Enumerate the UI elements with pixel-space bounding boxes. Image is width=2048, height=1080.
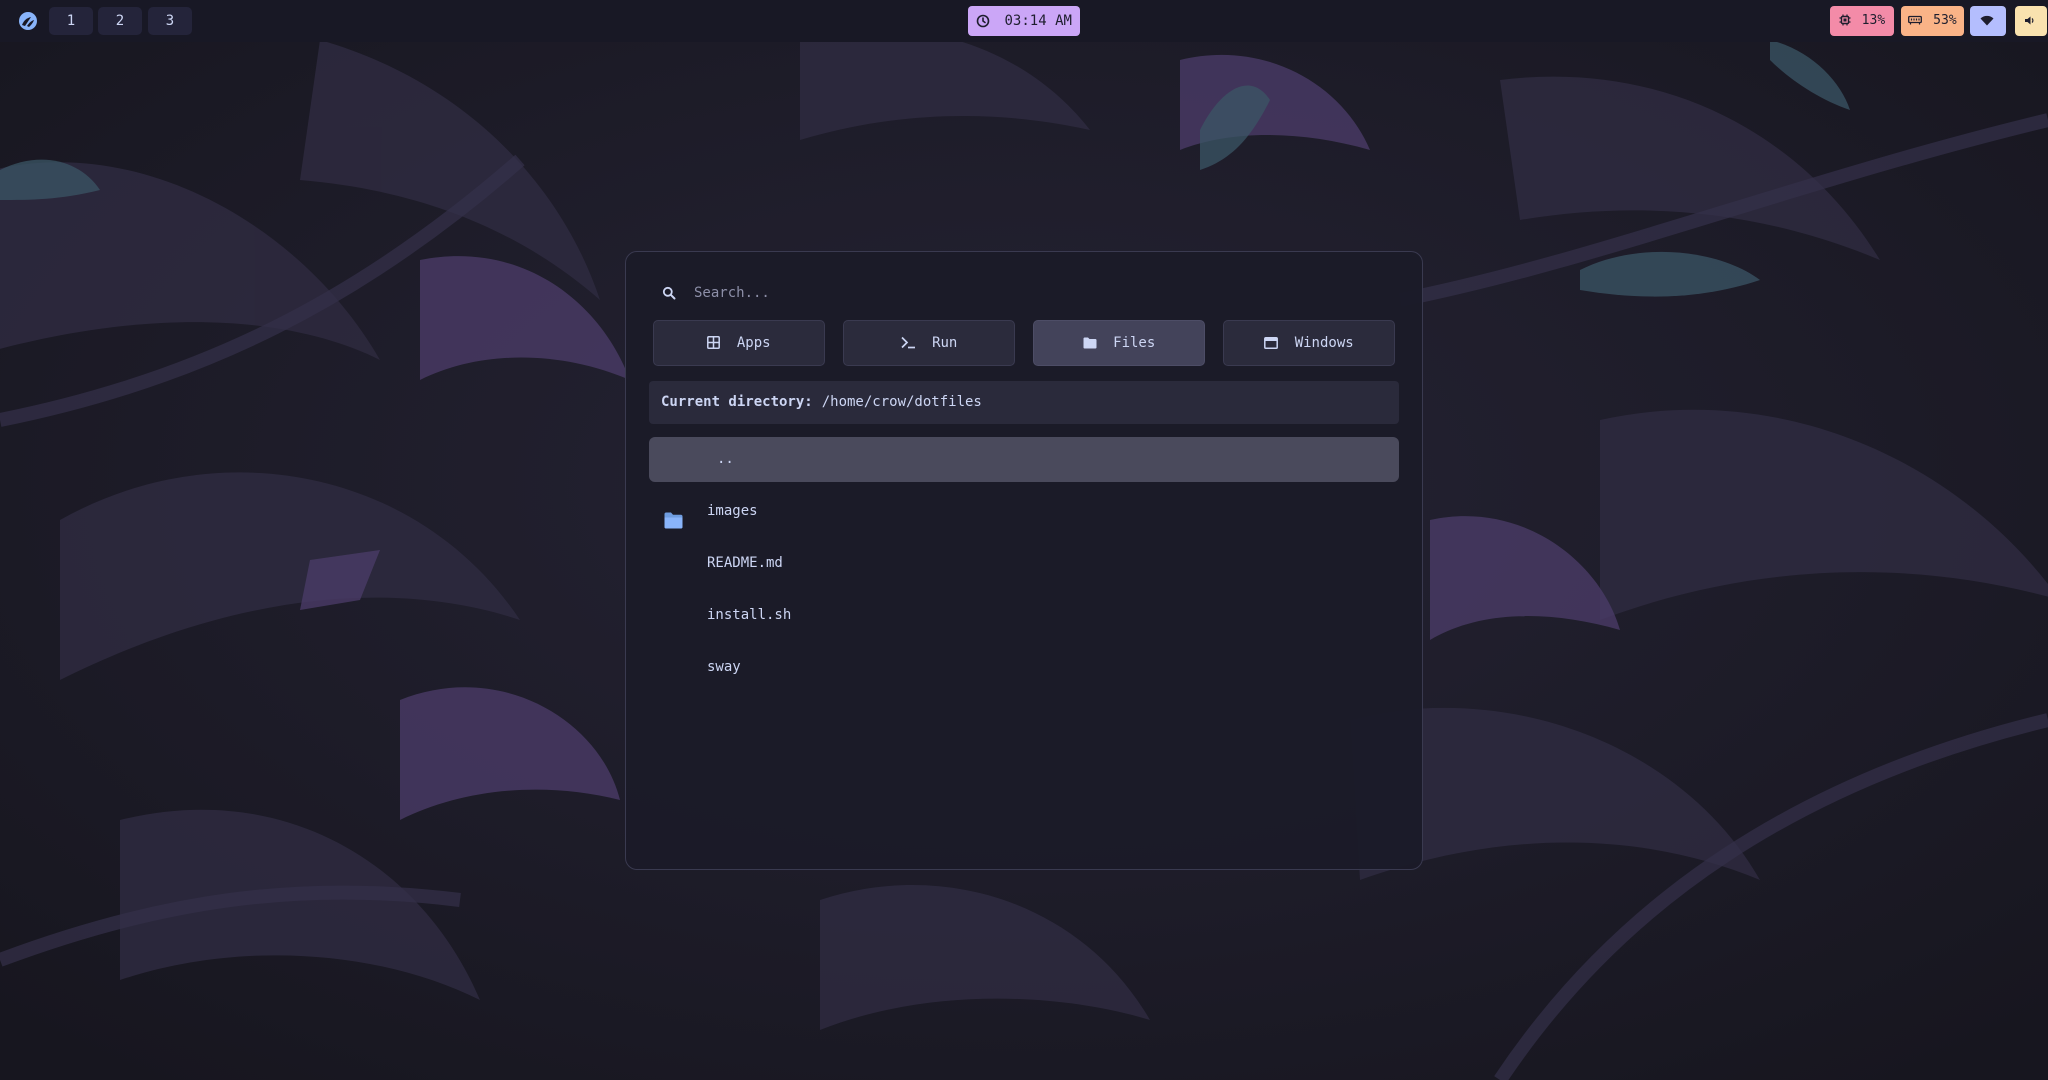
volume-widget[interactable] <box>2015 6 2047 36</box>
top-bar: 1 2 3 03:14 AM 13% 53% <box>0 0 2048 42</box>
grid-icon <box>707 335 736 351</box>
tab-files[interactable]: Files <box>1033 320 1205 366</box>
file-entry-parent[interactable]: .. <box>649 437 1399 482</box>
workspace-button-1[interactable]: 1 <box>49 7 93 35</box>
file-entry-name: install.sh <box>707 607 792 623</box>
clock-widget[interactable]: 03:14 AM <box>968 6 1080 36</box>
file-entry-readme[interactable]: README.md <box>649 541 1399 586</box>
file-entry-name: sway <box>707 659 741 675</box>
file-entry-sway[interactable]: sway <box>649 645 1399 690</box>
tab-apps[interactable]: Apps <box>653 320 825 366</box>
workspace-button-3[interactable]: 3 <box>148 7 192 35</box>
wifi-icon <box>1980 13 1997 28</box>
cpu-usage-value: 13% <box>1861 13 1886 28</box>
memory-usage-widget[interactable]: 53% <box>1901 6 1964 36</box>
clock-time: 03:14 AM <box>1004 13 1072 29</box>
arch-logo-icon[interactable] <box>18 11 38 31</box>
cpu-usage-widget[interactable]: 13% <box>1830 6 1894 36</box>
tab-files-label: Files <box>1113 335 1156 351</box>
wifi-widget[interactable] <box>1970 6 2006 36</box>
memory-icon <box>1908 13 1933 28</box>
file-entry-images[interactable]: images <box>649 489 1399 534</box>
clock-icon <box>976 13 1004 29</box>
current-directory-label: Current directory: <box>661 394 813 410</box>
terminal-icon <box>901 335 932 351</box>
tab-windows-label: Windows <box>1294 335 1354 351</box>
tab-windows[interactable]: Windows <box>1223 320 1395 366</box>
cpu-chip-icon <box>1839 13 1862 28</box>
current-directory-bar: Current directory: /home/crow/dotfiles <box>649 381 1399 424</box>
launcher-panel: Apps Run Files Windows Current directory… <box>625 251 1423 870</box>
tab-run-label: Run <box>932 335 958 351</box>
search-input[interactable] <box>694 276 1384 310</box>
current-directory-path: /home/crow/dotfiles <box>821 394 982 410</box>
file-entry-name: images <box>707 503 758 519</box>
tab-run[interactable]: Run <box>843 320 1015 366</box>
memory-usage-value: 53% <box>1933 13 1957 28</box>
volume-icon <box>2024 13 2038 28</box>
search-icon <box>662 285 676 304</box>
file-entry-name: README.md <box>707 555 783 571</box>
file-entry-install-sh[interactable]: install.sh <box>649 593 1399 638</box>
workspace-button-2[interactable]: 2 <box>98 7 142 35</box>
tab-apps-label: Apps <box>736 335 771 351</box>
window-icon <box>1264 335 1294 351</box>
folder-icon <box>1083 335 1113 351</box>
file-entry-name: .. <box>717 451 734 467</box>
